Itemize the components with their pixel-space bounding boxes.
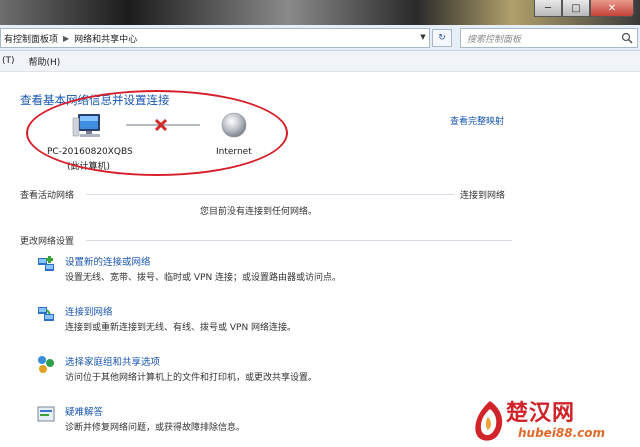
menu-item-help[interactable]: 帮助(H): [27, 55, 73, 68]
no-connection-text: 您目前没有连接到任何网络。: [200, 207, 318, 217]
breadcrumb[interactable]: 有控制面板项 ▶ 网络和共享中心: [0, 28, 430, 48]
task-desc: 连接到或重新连接到无线、有线、拨号或 VPN 网络连接。: [65, 323, 297, 333]
watermark-name: 楚汉网: [506, 401, 576, 426]
task-title[interactable]: 连接到网络: [65, 304, 113, 318]
breadcrumb-control-panel-items[interactable]: 有控制面板项: [1, 32, 61, 45]
connect-network-icon: [38, 307, 54, 321]
watermark: 楚汉网 hubei88.com: [470, 395, 640, 447]
breadcrumb-network-center[interactable]: 网络和共享中心: [71, 32, 140, 45]
search-placeholder: 搜索控制面板: [467, 35, 522, 45]
watermark-url: hubei88.com: [518, 426, 606, 440]
refresh-icon: ↻: [438, 33, 446, 43]
menu-bar: (T) 帮助(H): [0, 51, 640, 72]
refresh-button[interactable]: ↻: [432, 29, 452, 47]
address-bar: 有控制面板项 ▶ 网络和共享中心 ▼ ↻ 搜索控制面板: [0, 25, 640, 51]
task-title[interactable]: 疑难解答: [65, 404, 103, 418]
task-desc: 设置无线、宽带、拨号、临时或 VPN 连接；或设置路由器或访问点。: [65, 273, 342, 283]
minimize-button[interactable]: ─: [534, 0, 562, 17]
divider: [86, 194, 454, 195]
connect-to-network-link[interactable]: 连接到网络: [460, 188, 505, 201]
divider: [86, 240, 512, 241]
main-content: 查看基本网络信息并设置连接 查看完整映射 PC-20160820XQBS (此计…: [0, 72, 640, 447]
chevron-right-icon[interactable]: ▶: [61, 34, 71, 43]
task-desc: 诊断并修复网络问题，或获得故障排除信息。: [65, 423, 246, 433]
chevron-down-icon[interactable]: ▼: [417, 28, 429, 46]
troubleshoot-icon: [37, 406, 55, 422]
full-map-link[interactable]: 查看完整映射: [450, 114, 504, 127]
window-titlebar: ─ □ ✕: [0, 0, 640, 25]
homegroup-icon: [38, 356, 54, 373]
new-connection-icon: [38, 256, 54, 271]
menu-item-tools[interactable]: (T): [0, 56, 27, 66]
change-settings-label: 更改网络设置: [20, 237, 75, 247]
task-title[interactable]: 设置新的连接或网络: [65, 254, 151, 268]
search-input[interactable]: 搜索控制面板: [460, 28, 638, 48]
search-icon[interactable]: [621, 32, 633, 44]
window-controls: ─ □ ✕: [534, 0, 634, 17]
task-desc: 访问位于其他网络计算机上的文件和打印机，或更改共享设置。: [65, 373, 318, 383]
watermark-logo-icon: [475, 401, 503, 441]
close-button[interactable]: ✕: [590, 0, 634, 17]
active-networks-label: 查看活动网络: [20, 191, 75, 201]
maximize-button[interactable]: □: [562, 0, 590, 17]
highlight-ellipse: [26, 90, 288, 176]
task-title[interactable]: 选择家庭组和共享选项: [65, 354, 160, 368]
